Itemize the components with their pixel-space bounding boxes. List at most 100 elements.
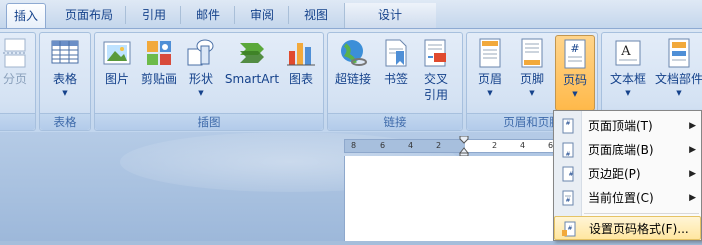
svg-text:#: # (570, 42, 579, 55)
dropdown-arrow-icon: ▼ (198, 89, 204, 97)
horizontal-ruler[interactable]: 8 6 4 2 2 4 6 (344, 139, 564, 153)
bookmark-icon (380, 37, 412, 69)
submenu-arrow-icon: ▶ (689, 145, 696, 155)
indent-marker-icon[interactable] (458, 135, 470, 157)
chart-button[interactable]: 图表 (283, 35, 319, 111)
textbox-button[interactable]: A 文本框 ▼ (606, 35, 650, 111)
quick-parts-label: 文档部件 (654, 72, 702, 86)
dropdown-arrow-icon: ▼ (529, 89, 535, 97)
ruler-tick-label: 2 (492, 141, 498, 150)
smartart-button[interactable]: SmartArt (223, 35, 281, 111)
menu-item-current-position[interactable]: # 当前位置(C) ▶ (554, 186, 701, 210)
quick-parts-icon (663, 37, 695, 69)
menu-item-label: 当前位置(C) (588, 191, 654, 205)
document-page[interactable] (344, 156, 559, 241)
page-number-label: 页码 (562, 73, 587, 87)
picture-label: 图片 (104, 72, 129, 86)
header-label: 页眉 (477, 72, 502, 86)
tab-review[interactable]: 审阅 (240, 3, 284, 28)
bookmark-button[interactable]: 书签 (378, 35, 414, 111)
picture-button[interactable]: 图片 (99, 35, 135, 111)
picture-icon (101, 37, 133, 69)
smartart-label: SmartArt (224, 72, 280, 86)
menu-item-page-margins[interactable]: # 页边距(P) ▶ (554, 162, 701, 186)
tab-separator (125, 6, 126, 24)
tab-references[interactable]: 引用 (132, 3, 176, 28)
group-pages: 分页 (0, 32, 36, 131)
clipart-label: 剪贴画 (140, 72, 177, 86)
menu-item-bottom-of-page[interactable]: # 页面底端(B) ▶ (554, 138, 701, 162)
dropdown-arrow-icon: ▼ (62, 89, 68, 97)
quick-parts-button[interactable]: 文档部件 ▼ (652, 35, 702, 111)
clipart-button[interactable]: 剪贴画 (137, 35, 181, 111)
svg-text:#: # (565, 151, 570, 158)
chart-icon (285, 37, 317, 69)
svg-text:#: # (565, 120, 570, 127)
page-break-icon (0, 37, 31, 69)
textbox-label: 文本框 (609, 72, 646, 86)
group-label-links: 链接 (328, 113, 462, 130)
group-links: 超链接 书签 交叉 引用 链接 (327, 32, 463, 131)
group-illustrations: 图片 剪贴画 形状 ▼ SmartArt 图表 插图 (94, 32, 324, 131)
menu-separator (584, 213, 699, 214)
tab-mailings[interactable]: 邮件 (186, 3, 230, 28)
svg-text:#: # (568, 171, 573, 178)
cross-reference-icon (420, 37, 452, 69)
menu-item-top-of-page[interactable]: # 页面顶端(T) ▶ (554, 114, 701, 138)
dropdown-arrow-icon: ▼ (676, 89, 682, 97)
group-label-pages (0, 113, 35, 130)
bottom-of-page-icon: # (560, 142, 576, 158)
ruler-tick-label: 6 (380, 141, 386, 150)
smartart-icon (236, 37, 268, 69)
clipart-icon (143, 37, 175, 69)
footer-icon (516, 37, 548, 69)
page-break-button[interactable]: 分页 (0, 35, 33, 111)
format-page-numbers-icon: # (561, 221, 577, 237)
svg-text:#: # (567, 225, 572, 232)
table-button[interactable]: 表格 ▼ (44, 35, 86, 111)
dropdown-arrow-icon: ▼ (572, 90, 578, 98)
shapes-icon (185, 37, 217, 69)
tab-design[interactable]: 设计 (366, 3, 414, 28)
footer-button[interactable]: 页脚 ▼ (513, 35, 551, 111)
ruler-tick-label: 8 (351, 141, 357, 150)
tab-separator (180, 6, 181, 24)
submenu-arrow-icon: ▶ (689, 193, 696, 203)
ruler-tick-label: 4 (408, 141, 414, 150)
tab-insert[interactable]: 插入 (6, 3, 46, 28)
menu-item-label: 页面顶端(T) (588, 119, 653, 133)
tab-page-layout[interactable]: 页面布局 (56, 3, 122, 28)
footer-label: 页脚 (519, 72, 544, 86)
cross-reference-label-line1: 交叉 (423, 72, 448, 86)
page-number-menu: # 页面顶端(T) ▶ # 页面底端(B) ▶ # 页边距(P) ▶ # 当前位… (553, 110, 702, 241)
group-label-illustrations: 插图 (95, 113, 323, 130)
hyperlink-label: 超链接 (334, 72, 371, 86)
svg-text:#: # (565, 197, 570, 204)
cross-reference-button[interactable]: 交叉 引用 (416, 35, 456, 111)
hyperlink-globe-icon (337, 37, 369, 69)
table-icon (49, 37, 81, 69)
header-icon (474, 37, 506, 69)
ruler-tick-label: 2 (436, 141, 442, 150)
header-button[interactable]: 页眉 ▼ (471, 35, 509, 111)
page-margins-icon: # (560, 166, 576, 182)
current-position-icon: # (560, 190, 576, 206)
submenu-arrow-icon: ▶ (689, 121, 696, 131)
menu-item-label: 页边距(P) (588, 167, 641, 181)
ruler-tick-label: 4 (520, 141, 526, 150)
group-label-table: 表格 (40, 113, 90, 130)
hyperlink-button[interactable]: 超链接 (331, 35, 375, 111)
svg-text:A: A (620, 44, 631, 59)
tab-view[interactable]: 视图 (294, 3, 338, 28)
shapes-button[interactable]: 形状 ▼ (183, 35, 219, 111)
menu-item-label: 页面底端(B) (588, 143, 654, 157)
top-of-page-icon: # (560, 118, 576, 134)
submenu-arrow-icon: ▶ (689, 169, 696, 179)
textbox-icon: A (612, 37, 644, 69)
menu-item-format-page-numbers[interactable]: # 设置页码格式(F)... (554, 216, 701, 240)
menu-item-label: 设置页码格式(F)... (589, 222, 689, 236)
page-number-button[interactable]: # 页码 ▼ (555, 35, 595, 111)
ribbon-tab-bar: 插入 页面布局 引用 邮件 审阅 视图 设计 (0, 0, 702, 28)
bookmark-label: 书签 (383, 72, 408, 86)
group-table: 表格 ▼ 表格 (39, 32, 91, 131)
